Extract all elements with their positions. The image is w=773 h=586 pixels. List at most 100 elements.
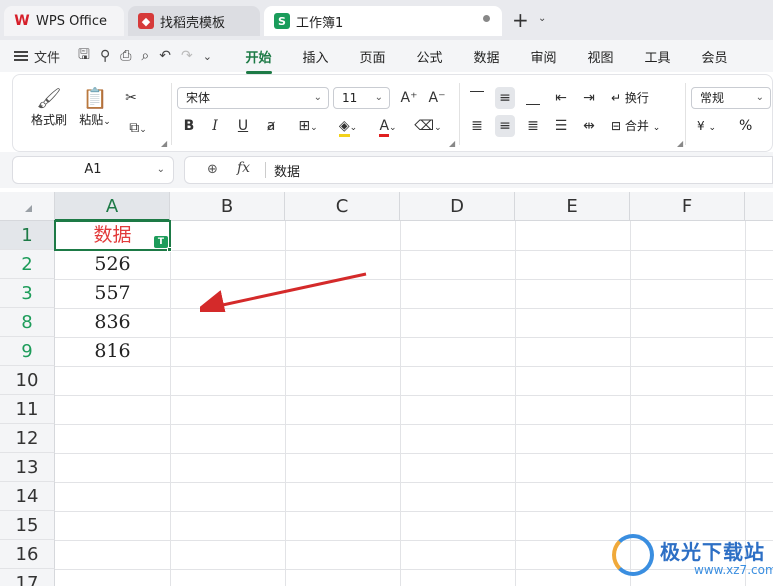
cell-a8[interactable]: 836 [55, 308, 170, 337]
fill-color-icon[interactable]: ◈⌄ [331, 115, 365, 137]
cell-a9[interactable]: 816 [55, 337, 170, 366]
column-header-f[interactable]: F [630, 192, 745, 221]
column-header-e[interactable]: E [515, 192, 630, 221]
tab-workbook[interactable]: S 工作簿1 [264, 6, 502, 36]
tab-data[interactable]: 数据 [458, 47, 515, 66]
tab-wps-office[interactable]: W WPS Office [4, 6, 124, 36]
formula-input[interactable]: ⊕ fx 数据 [184, 156, 773, 184]
strikethrough-icon[interactable]: ⱥ [261, 115, 281, 137]
chevron-down-icon: ⌄ [156, 164, 165, 175]
quick-access-toolbar: 🖫 ⚲ ⎙ ⌕ ↶ ↷ ⌄ [78, 44, 212, 68]
font-name-select[interactable]: 宋体 ⌄ [177, 87, 329, 109]
column-header-g[interactable] [745, 192, 773, 221]
grid-line [55, 482, 773, 483]
tab-template[interactable]: ◆ 找稻壳模板 [128, 6, 260, 36]
more-chevron-icon[interactable]: ⌄ [203, 50, 212, 63]
dialog-launcher-icon[interactable]: ◢ [677, 139, 683, 148]
number-format-select[interactable]: 常规 ⌄ [691, 87, 771, 109]
dialog-launcher-icon[interactable]: ◢ [449, 139, 455, 148]
italic-button[interactable]: I [205, 115, 225, 137]
new-tab-plus-icon[interactable]: + [512, 10, 529, 30]
paste-button[interactable]: 📋 粘贴⌄ [75, 85, 115, 128]
chevron-down-icon[interactable]: ⌄ [538, 13, 546, 24]
align-left-icon[interactable]: ≣ [467, 115, 487, 137]
cell-a3[interactable]: 557 [55, 279, 170, 308]
file-menu[interactable]: 文件 [34, 47, 60, 66]
hamburger-menu-icon[interactable] [14, 51, 28, 61]
row-header-10[interactable]: 10 [0, 366, 55, 395]
save-icon[interactable]: 🖫 [78, 44, 90, 68]
tab-tools[interactable]: 工具 [629, 47, 686, 66]
number-format-value: 常规 [700, 91, 725, 105]
row-header-12[interactable]: 12 [0, 424, 55, 453]
row-header-9[interactable]: 9 [0, 337, 55, 366]
row-header-14[interactable]: 14 [0, 482, 55, 511]
row-header-2[interactable]: 2 [0, 250, 55, 279]
column-header-d[interactable]: D [400, 192, 515, 221]
row-header-8[interactable]: 8 [0, 308, 55, 337]
font-size-select[interactable]: 11 ⌄ [333, 87, 390, 109]
increase-font-icon[interactable]: A⁺ [399, 87, 419, 109]
currency-button[interactable]: ¥ ⌄ [697, 115, 716, 139]
align-bottom-icon[interactable]: ⎽ [523, 87, 543, 109]
tab-formula[interactable]: 公式 [401, 47, 458, 66]
unsaved-dot-icon [483, 15, 490, 22]
distributed-icon[interactable]: ⇹ [579, 115, 599, 137]
select-all-corner[interactable] [0, 192, 55, 221]
column-header-c[interactable]: C [285, 192, 400, 221]
print-icon[interactable]: ⎙ [120, 48, 131, 64]
name-box[interactable]: A1 ⌄ [12, 156, 174, 184]
column-header-a[interactable]: A [55, 192, 170, 221]
row-header-1[interactable]: 1 [0, 221, 55, 250]
justify-icon[interactable]: ☰ [551, 115, 571, 137]
column-header-b[interactable]: B [170, 192, 285, 221]
tab-member[interactable]: 会员 [686, 47, 743, 66]
percent-button[interactable]: % [739, 115, 752, 137]
row-header-11[interactable]: 11 [0, 395, 55, 424]
zoom-search-icon[interactable]: ⊕ [207, 162, 218, 177]
cell-a2[interactable]: 526 [55, 250, 170, 279]
bold-button[interactable]: B [179, 115, 199, 137]
watermark: 极光下载站 www.xz7.com [612, 530, 773, 584]
decrease-font-icon[interactable]: A⁻ [427, 87, 447, 109]
name-box-value: A1 [84, 162, 102, 177]
redo-icon[interactable]: ↷ [181, 48, 193, 64]
decrease-indent-icon[interactable]: ⇤ [551, 87, 571, 109]
tab-insert[interactable]: 插入 [287, 47, 344, 66]
tab-review[interactable]: 审阅 [515, 47, 572, 66]
chevron-down-icon: ⌄ [374, 92, 383, 103]
fill-handle[interactable] [167, 247, 172, 252]
align-right-icon[interactable]: ≣ [523, 115, 543, 137]
copy-icon[interactable]: ⧉⌄ [123, 117, 153, 139]
wps-logo-icon: W [14, 13, 30, 29]
merge-button[interactable]: ⊟ 合并 ⌄ [611, 115, 660, 139]
dialog-launcher-icon[interactable]: ◢ [161, 139, 167, 148]
font-color-icon[interactable]: A⌄ [371, 115, 405, 137]
cut-icon[interactable]: ✂ [121, 87, 141, 109]
row-header-17[interactable]: 17 [0, 569, 55, 586]
spreadsheet-grid[interactable]: A B C D E F 1 2 3 8 9 10 11 12 13 14 15 … [0, 192, 773, 586]
tab-page[interactable]: 页面 [344, 47, 401, 66]
grid-line [55, 424, 773, 425]
tab-view[interactable]: 视图 [572, 47, 629, 66]
align-middle-icon[interactable]: ≡ [495, 87, 515, 109]
grid-line [55, 453, 773, 454]
share-icon[interactable]: ⚲ [100, 48, 110, 64]
print-preview-icon[interactable]: ⌕ [141, 48, 149, 64]
row-header-15[interactable]: 15 [0, 511, 55, 540]
filter-badge-icon[interactable]: T [154, 236, 168, 248]
align-center-icon[interactable]: ≡ [495, 115, 515, 137]
undo-icon[interactable]: ↶ [159, 48, 171, 64]
align-top-icon[interactable]: ⎺ [467, 87, 487, 109]
format-painter-button[interactable]: 🖌 格式刷 [27, 85, 71, 128]
increase-indent-icon[interactable]: ⇥ [579, 87, 599, 109]
row-header-3[interactable]: 3 [0, 279, 55, 308]
row-header-13[interactable]: 13 [0, 453, 55, 482]
clear-format-icon[interactable]: ⌫⌄ [411, 115, 445, 137]
border-icon[interactable]: ⊞⌄ [291, 115, 325, 137]
row-header-16[interactable]: 16 [0, 540, 55, 569]
tab-home[interactable]: 开始 [230, 47, 287, 74]
fx-icon[interactable]: fx [237, 160, 250, 176]
underline-button[interactable]: U [233, 115, 253, 137]
wrap-text-button[interactable]: ↵ 换行 [611, 87, 649, 109]
